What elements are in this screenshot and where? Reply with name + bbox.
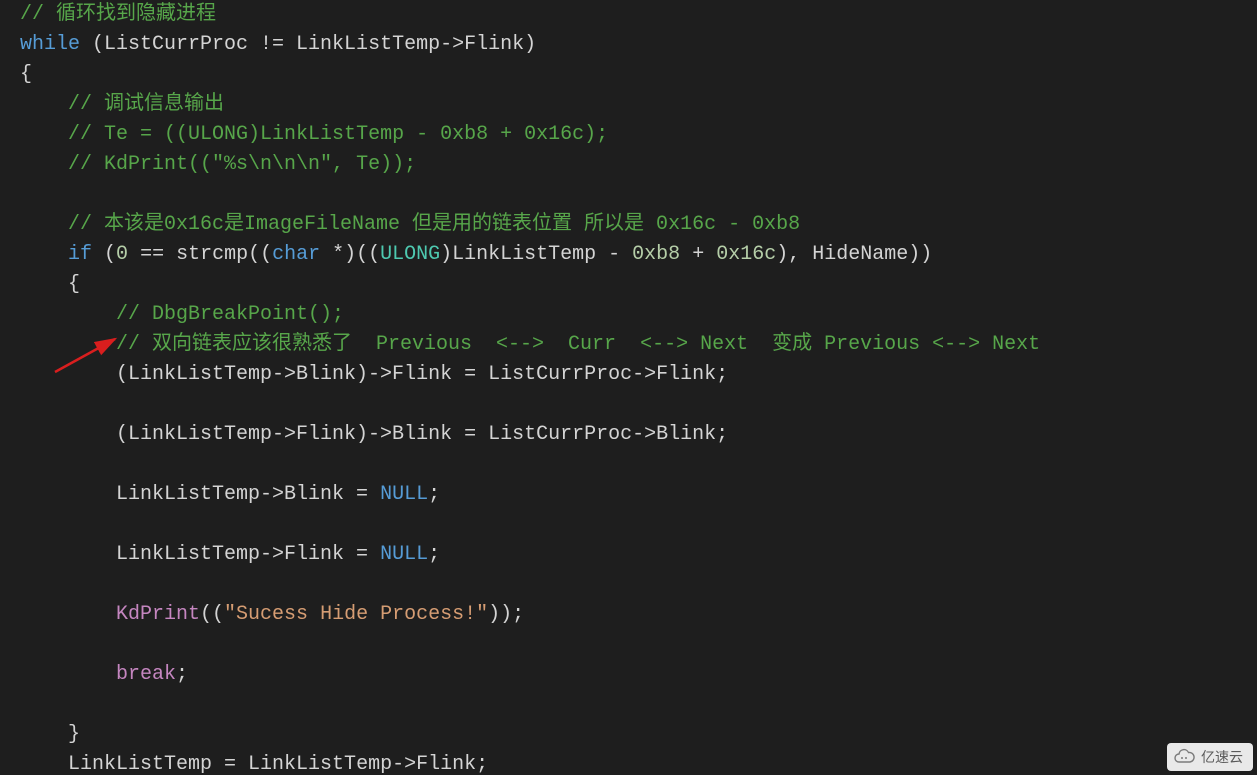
token-keyword: break [116,663,176,686]
code-line-comment: // 本该是0x16c是ImageFileName 但是用的链表位置 所以是 0… [68,213,800,236]
token-type: ULONG [380,243,440,266]
code-text: ; [176,663,188,686]
token-null: NULL [380,483,428,506]
code-text: *)(( [320,243,380,266]
code-text: LinkListTemp = LinkListTemp->Flink; [68,753,488,775]
watermark-text: 亿速云 [1201,747,1243,767]
code-text: ( [92,243,116,266]
brace: } [68,723,80,746]
code-text: (LinkListTemp->Flink)->Blink = ListCurrP… [116,423,728,446]
brace: { [68,273,80,296]
token-number: 0x16c [716,243,776,266]
token-number: 0xb8 [632,243,680,266]
token-keyword: char [272,243,320,266]
code-text: (ListCurrProc != LinkListTemp->Flink) [80,33,536,56]
token-null: NULL [380,543,428,566]
code-line-comment: // 调试信息输出 [68,93,224,116]
code-text: (LinkListTemp->Blink)->Flink = ListCurrP… [116,363,728,386]
watermark-badge: 亿速云 [1167,743,1253,771]
code-text: LinkListTemp->Flink = [116,543,380,566]
code-line-comment: // DbgBreakPoint(); [116,303,344,326]
code-text: ; [428,483,440,506]
code-text: == strcmp(( [128,243,272,266]
code-text: )); [488,603,524,626]
code-text: (( [200,603,224,626]
code-line-comment: // Te = ((ULONG)LinkListTemp - 0xb8 + 0x… [68,123,608,146]
code-line-comment: // KdPrint(("%s\n\n\n", Te)); [68,153,416,176]
code-line-comment: // 循环找到隐藏进程 [20,3,216,26]
token-function: KdPrint [116,603,200,626]
token-keyword: if [68,243,92,266]
code-text: LinkListTemp->Blink = [116,483,380,506]
token-string: "Sucess Hide Process!" [224,603,488,626]
code-text: )LinkListTemp - [440,243,632,266]
code-text: + [680,243,716,266]
code-text: ; [428,543,440,566]
token-keyword: while [20,33,80,56]
token-number: 0 [116,243,128,266]
cloud-icon [1173,748,1195,766]
brace: { [20,63,32,86]
code-text: ), HideName)) [776,243,932,266]
code-block: // 循环找到隐藏进程 while (ListCurrProc != LinkL… [0,0,1257,775]
code-line-comment: // 双向链表应该很熟悉了 Previous <--> Curr <--> Ne… [116,333,1040,356]
